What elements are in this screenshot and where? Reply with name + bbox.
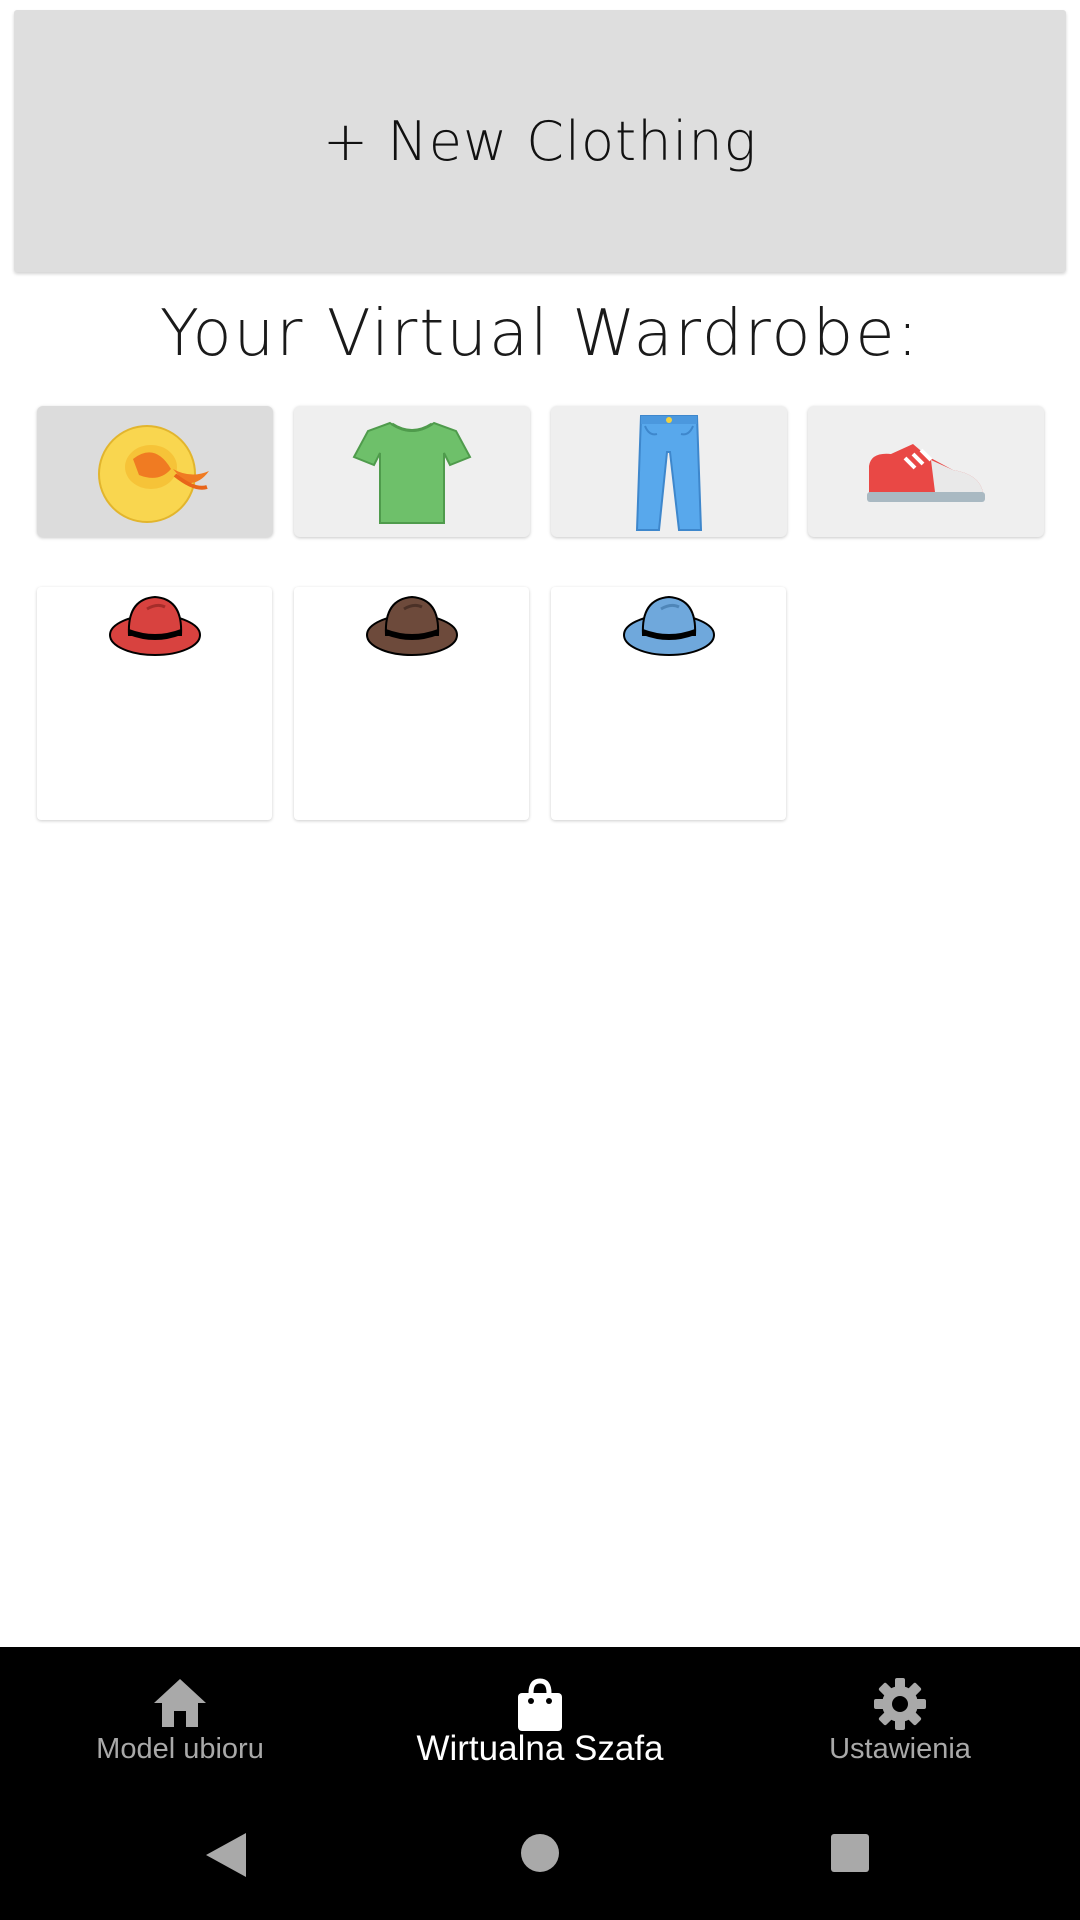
system-navigation-bar <box>0 1783 1080 1920</box>
category-tab-hats[interactable] <box>37 406 273 537</box>
recents-square-icon[interactable] <box>830 1833 870 1873</box>
bottom-navigation: Model ubioru Wirtualna Szafa Ustawienia <box>0 1647 1080 1783</box>
home-icon <box>154 1679 206 1727</box>
hat-icon <box>366 595 458 656</box>
hat-icon <box>109 595 201 656</box>
sneaker-icon <box>867 443 985 502</box>
hat-icon <box>623 595 715 656</box>
home-circle-icon[interactable] <box>520 1833 560 1873</box>
clothing-item[interactable] <box>294 587 529 820</box>
nav-item-wirtualna-szafa[interactable]: Wirtualna Szafa <box>360 1647 720 1783</box>
clothing-item[interactable] <box>551 587 786 820</box>
new-clothing-label: + New Clothing <box>322 109 758 173</box>
nav-label: Model ubioru <box>96 1733 264 1765</box>
category-tab-tops[interactable] <box>294 406 530 537</box>
jeans-icon <box>635 414 703 531</box>
tshirt-icon <box>352 421 472 524</box>
nav-item-ustawienia[interactable]: Ustawienia <box>720 1647 1080 1783</box>
category-tab-bottoms[interactable] <box>551 406 787 537</box>
new-clothing-button[interactable]: + New Clothing <box>14 10 1066 272</box>
sun-hat-icon <box>98 424 209 523</box>
wardrobe-title: Your Virtual Wardrobe: <box>159 297 921 371</box>
category-tab-shoes[interactable] <box>808 406 1044 537</box>
nav-label: Ustawienia <box>829 1733 971 1765</box>
back-icon[interactable] <box>204 1831 248 1879</box>
gear-icon <box>874 1678 926 1730</box>
shopping-bag-icon <box>518 1678 562 1731</box>
clothing-item[interactable] <box>37 587 272 820</box>
nav-item-model-ubioru[interactable]: Model ubioru <box>0 1647 360 1783</box>
nav-label: Wirtualna Szafa <box>416 1729 664 1768</box>
screen: + New Clothing Your Virtual Wardrobe: Mo… <box>0 0 1080 1920</box>
